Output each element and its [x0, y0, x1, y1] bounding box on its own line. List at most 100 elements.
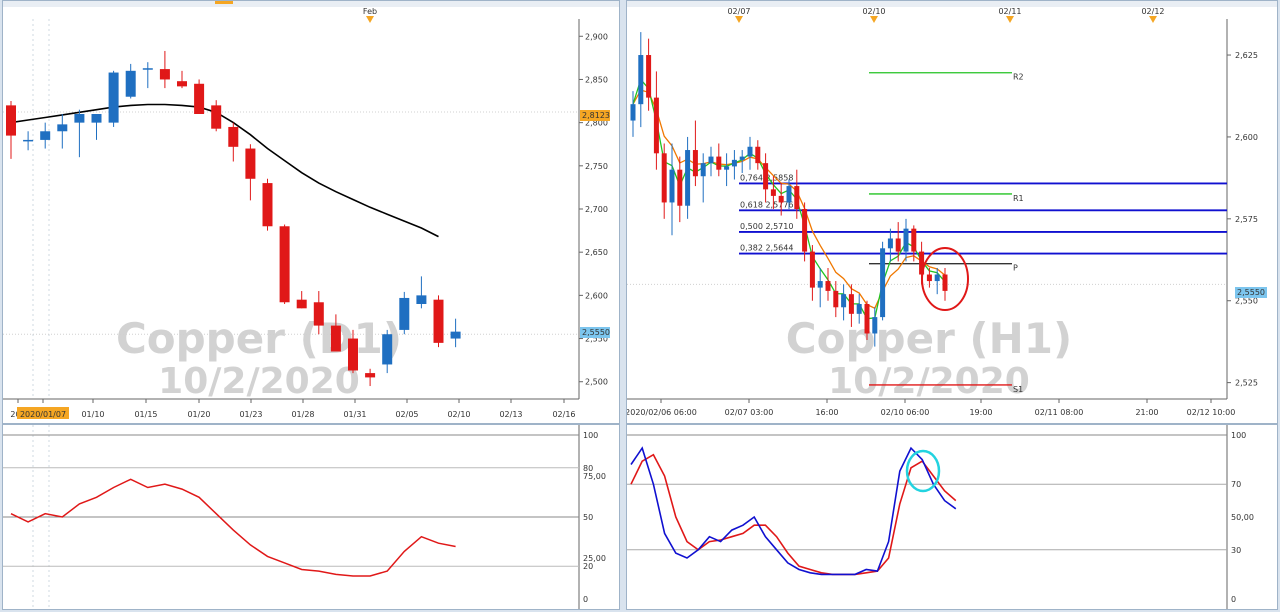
daily-candle [142, 68, 153, 70]
hourly-watermark-line2: 10/2/2020 [828, 361, 1030, 402]
hourly-top-date-label: 02/12 [1141, 7, 1164, 16]
hourly-candle [833, 290, 839, 308]
daily-date-label: 01/10 [81, 410, 104, 419]
hourly-session-marker-icon [735, 16, 743, 23]
hourly-last-price-tag-text: 2,5550 [1237, 288, 1265, 297]
daily-price-tick-label: 2,900 [585, 32, 608, 41]
hourly-top-date-label: 02/11 [998, 7, 1021, 16]
daily-date-label: 02/16 [552, 410, 575, 419]
hourly-candle [763, 163, 769, 190]
hourly-candle [903, 228, 909, 252]
daily-candle [279, 226, 290, 303]
daily-last-price-tag-text: 2,5550 [582, 328, 610, 337]
daily-date-label: 2020/01/07 [20, 410, 66, 419]
daily-osc-tick-label: 75,00 [583, 472, 606, 481]
daily-osc-tick-label: 50 [583, 513, 593, 522]
hourly-session-marker-icon [1149, 16, 1157, 23]
daily-osc-tick-label: 0 [583, 595, 588, 604]
daily-candle [211, 105, 222, 129]
hourly-osc-tick-label: 70 [1231, 480, 1241, 489]
hourly-osc-tick-label: 100 [1231, 431, 1246, 440]
daily-candle [348, 338, 358, 371]
daily-date-label: 01/28 [291, 410, 314, 419]
hourly-osc-tick-label: 0 [1231, 595, 1236, 604]
hourly-candle [661, 153, 667, 203]
hourly-oscillator-highlight-circle [905, 449, 941, 493]
hourly-date-label: 16:00 [815, 408, 838, 417]
daily-oscillator-pane[interactable]: 100 80 75,00 50 25,00 20 0 [2, 424, 620, 610]
daily-date-label: 01/31 [343, 410, 366, 419]
hourly-candle [724, 166, 730, 170]
hourly-date-label: 2020/02/06 06:00 [627, 408, 697, 417]
hourly-candle [669, 169, 675, 203]
daily-ma-price-tag-text: 2,8123 [582, 111, 610, 120]
hourly-candle [731, 159, 737, 167]
daily-candle [74, 114, 85, 123]
daily-chart-pane[interactable]: Copper (D1) 10/2/2020 2,900 2,850 2,800 2,7… [2, 0, 620, 424]
hourly-fib-level-label: 0,618 2,5776 [740, 200, 793, 209]
daily-candle [365, 373, 376, 378]
daily-candle [91, 114, 102, 123]
hourly-oscillator-chart[interactable]: 100 70 50,00 30 0 [627, 425, 1277, 609]
hourly-price-chart[interactable]: Copper (H1) 10/2/2020 02/07 02/10 02/11 02/… [625, 1, 1277, 423]
daily-price-chart[interactable]: Copper (D1) 10/2/2020 2,9002,8502,8002,7… [3, 1, 619, 423]
hourly-chart-pane[interactable]: Copper (H1) 10/2/2020 02/07 02/10 02/11 02/… [625, 0, 1278, 424]
daily-candle [330, 325, 341, 352]
hourly-candle [630, 104, 636, 121]
hourly-candle [770, 189, 776, 196]
hourly-date-label: 02/10 06:00 [881, 408, 930, 417]
hourly-candle [817, 281, 823, 288]
hourly-pivot-label: S1 [1013, 385, 1023, 394]
daily-oscillator-chart[interactable]: 1008075,005025,00200 [3, 425, 619, 609]
daily-candle [57, 124, 68, 132]
chart-workspace: Copper (D1) 10/2/2020 2,900 2,850 2,800 2,7… [0, 0, 1280, 612]
hourly-price-tick-label: 2,575 [1235, 215, 1258, 224]
hourly-session-marker-icon [870, 16, 878, 23]
hourly-date-label: 02/07 03:00 [725, 408, 774, 417]
hourly-candle [685, 150, 691, 206]
hourly-pivot-label: P [1013, 264, 1018, 273]
daily-candle [228, 126, 239, 147]
hourly-candle [911, 228, 917, 252]
daily-osc-tick-label: 20 [583, 562, 593, 571]
daily-candle [382, 334, 393, 365]
daily-candle [125, 70, 136, 97]
daily-date-label: 01/15 [134, 410, 157, 419]
daily-candle [399, 297, 410, 330]
daily-price-tick-label: 2,500 [585, 378, 608, 387]
daily-date-label: 02/10 [447, 410, 470, 419]
hourly-oscillator-pane[interactable]: 100 70 50,00 30 0 [626, 424, 1278, 610]
hourly-osc-tick-label: 30 [1231, 546, 1241, 555]
hourly-candle [739, 156, 745, 160]
hourly-candle [934, 274, 940, 282]
hourly-candle [747, 146, 753, 157]
daily-candle [177, 81, 187, 87]
daily-price-tick-label: 2,600 [585, 291, 608, 300]
daily-price-tick-label: 2,700 [585, 205, 608, 214]
daily-price-tick-label: 2,650 [585, 248, 608, 257]
hourly-session-marker-icon [1006, 16, 1014, 23]
hourly-fib-level-label: 0,500 2,5710 [740, 222, 793, 231]
hourly-candle [802, 209, 808, 252]
daily-date-label: 02/05 [395, 410, 418, 419]
daily-candle [108, 72, 119, 123]
hourly-candle [677, 169, 683, 206]
hourly-price-tick-label: 2,625 [1235, 51, 1258, 60]
daily-candle [194, 83, 205, 114]
daily-date-label: 01/23 [239, 410, 262, 419]
daily-candle [433, 299, 444, 343]
daily-moving-average-line [10, 103, 439, 238]
hourly-candle [926, 274, 932, 282]
hourly-candle [700, 163, 706, 177]
hourly-candle [887, 238, 893, 249]
daily-watermark-line1: Copper (D1) [116, 314, 402, 363]
hourly-top-date-label: 02/10 [862, 7, 885, 16]
hourly-candle [872, 317, 878, 334]
hourly-candle [809, 251, 815, 288]
hourly-candle [864, 304, 870, 334]
hourly-candle [880, 248, 886, 318]
hourly-date-label: 21:00 [1135, 408, 1158, 417]
daily-price-tick-label: 2,850 [585, 75, 608, 84]
hourly-pivot-label: R1 [1013, 194, 1024, 203]
daily-candle [159, 69, 170, 80]
